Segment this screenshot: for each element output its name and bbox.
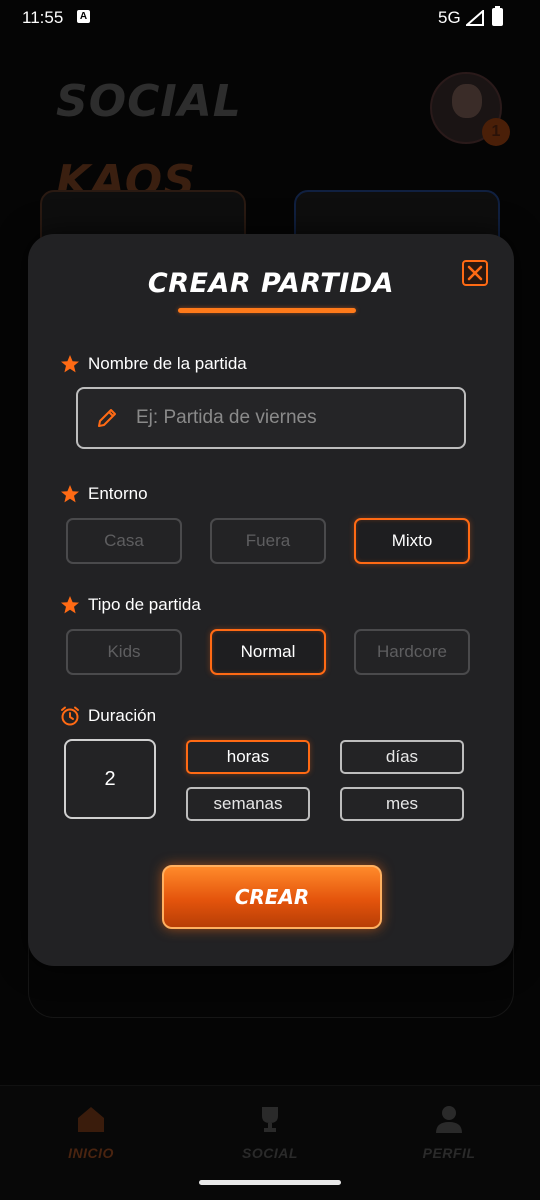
pencil-icon [98, 409, 116, 427]
network-type: 5G [438, 8, 461, 27]
close-button[interactable] [462, 260, 488, 286]
person-icon [436, 1106, 462, 1133]
title-underline [178, 308, 356, 313]
home-icon [78, 1107, 104, 1132]
avatar-face [452, 84, 482, 118]
home-indicator[interactable] [199, 1180, 341, 1185]
type-option-normal[interactable]: Normal [210, 629, 326, 675]
name-label-text: Nombre de la partida [88, 354, 247, 373]
environment-option-casa[interactable]: Casa [66, 518, 182, 564]
nav-label-social: SOCIAL [242, 1145, 298, 1161]
star-icon [61, 355, 79, 373]
modal-title: CREAR PARTIDA [147, 268, 395, 299]
signal-icon [466, 10, 484, 26]
status-time: 11:55 [22, 8, 64, 27]
nav-label-perfil: PERFIL [422, 1145, 476, 1161]
nav-item-perfil[interactable]: PERFIL [399, 1104, 499, 1161]
game-name-field[interactable] [76, 387, 466, 449]
type-option-kids[interactable]: Kids [66, 629, 182, 675]
name-section-label: Nombre de la partida [60, 354, 247, 374]
clock-icon [61, 706, 79, 726]
notification-icon: A [77, 10, 90, 23]
nav-item-inicio[interactable]: INICIO [41, 1104, 141, 1161]
environment-option-fuera[interactable]: Fuera [210, 518, 326, 564]
battery-icon [492, 6, 503, 26]
nav-item-social[interactable]: SOCIAL [220, 1104, 320, 1161]
create-game-modal: CREAR PARTIDA Nombre de la partida Entor… [28, 234, 514, 966]
unit-option-horas[interactable]: horas [186, 740, 310, 774]
nav-label-inicio: INICIO [68, 1145, 114, 1161]
environment-section-label: Entorno [60, 484, 148, 504]
type-label-text: Tipo de partida [88, 595, 201, 614]
level-badge: 1 [482, 118, 510, 146]
status-bar: 11:55 A 5G [0, 0, 540, 36]
app-logo: SOCIAL KAOS [56, 62, 376, 207]
game-name-input[interactable] [134, 406, 434, 430]
duration-value-field[interactable]: 2 [64, 739, 156, 819]
star-icon [61, 596, 79, 614]
create-button[interactable]: CREAR [162, 865, 382, 929]
type-option-hardcore[interactable]: Hardcore [354, 629, 470, 675]
unit-option-semanas[interactable]: semanas [186, 787, 310, 821]
environment-label-text: Entorno [88, 484, 148, 503]
duration-section-label: Duración [60, 706, 156, 726]
environment-option-mixto[interactable]: Mixto [354, 518, 470, 564]
unit-option-mes[interactable]: mes [340, 787, 464, 821]
trophy-icon [262, 1107, 278, 1132]
type-section-label: Tipo de partida [60, 595, 201, 615]
logo-social: SOCIAL [56, 76, 242, 127]
unit-option-dias[interactable]: días [340, 740, 464, 774]
duration-label-text: Duración [88, 706, 157, 725]
avatar[interactable]: 1 [430, 72, 510, 146]
star-icon [61, 485, 79, 503]
close-icon [467, 265, 483, 281]
